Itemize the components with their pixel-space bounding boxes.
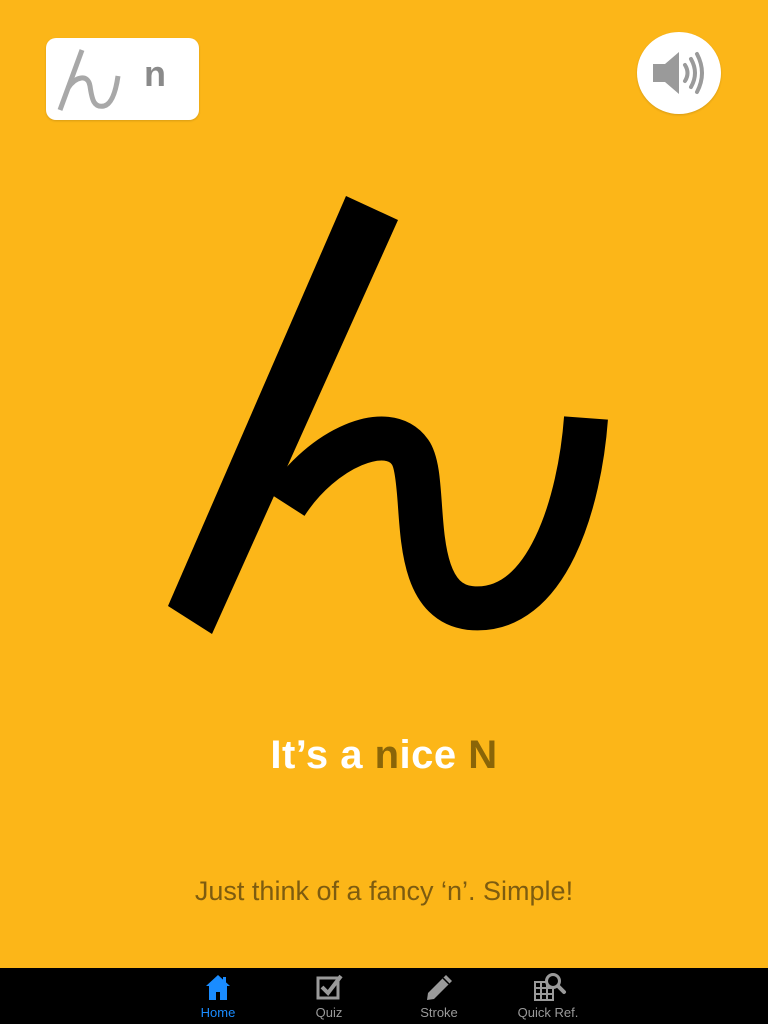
tab-label: Stroke (420, 1005, 458, 1020)
tab-home[interactable]: Home (173, 968, 263, 1024)
hint-text: Just think of a fancy ‘n’. Simple! (194, 876, 574, 906)
headline: It’s a nice N (0, 732, 768, 778)
tab-stroke[interactable]: Stroke (394, 968, 484, 1024)
tab-label: Home (200, 1005, 236, 1020)
grid-search-icon (534, 973, 566, 1001)
headline-part: ice (399, 733, 469, 777)
tab-quick-ref[interactable]: Quick Ref. (503, 968, 593, 1024)
headline-highlight-n: n (374, 733, 400, 777)
sound-button[interactable] (637, 32, 721, 114)
tab-label: Quick Ref. (517, 1005, 579, 1020)
plain-letter: n (144, 53, 166, 94)
fancy-n-glyph (168, 196, 608, 634)
headline-part: It’s a (270, 733, 375, 777)
speaker-icon (653, 52, 704, 94)
tab-bar: Home Quiz Stroke Quick Ref. (0, 968, 768, 1024)
tab-label: Quiz (315, 1005, 343, 1020)
fancy-n-small-icon (57, 49, 121, 111)
headline-highlight-capital-n: N (468, 733, 498, 777)
home-icon (206, 975, 230, 1000)
tab-quiz[interactable]: Quiz (284, 968, 374, 1024)
pencil-icon (427, 975, 452, 1000)
letter-card[interactable]: n (46, 38, 199, 120)
checkbox-icon (316, 974, 343, 1000)
